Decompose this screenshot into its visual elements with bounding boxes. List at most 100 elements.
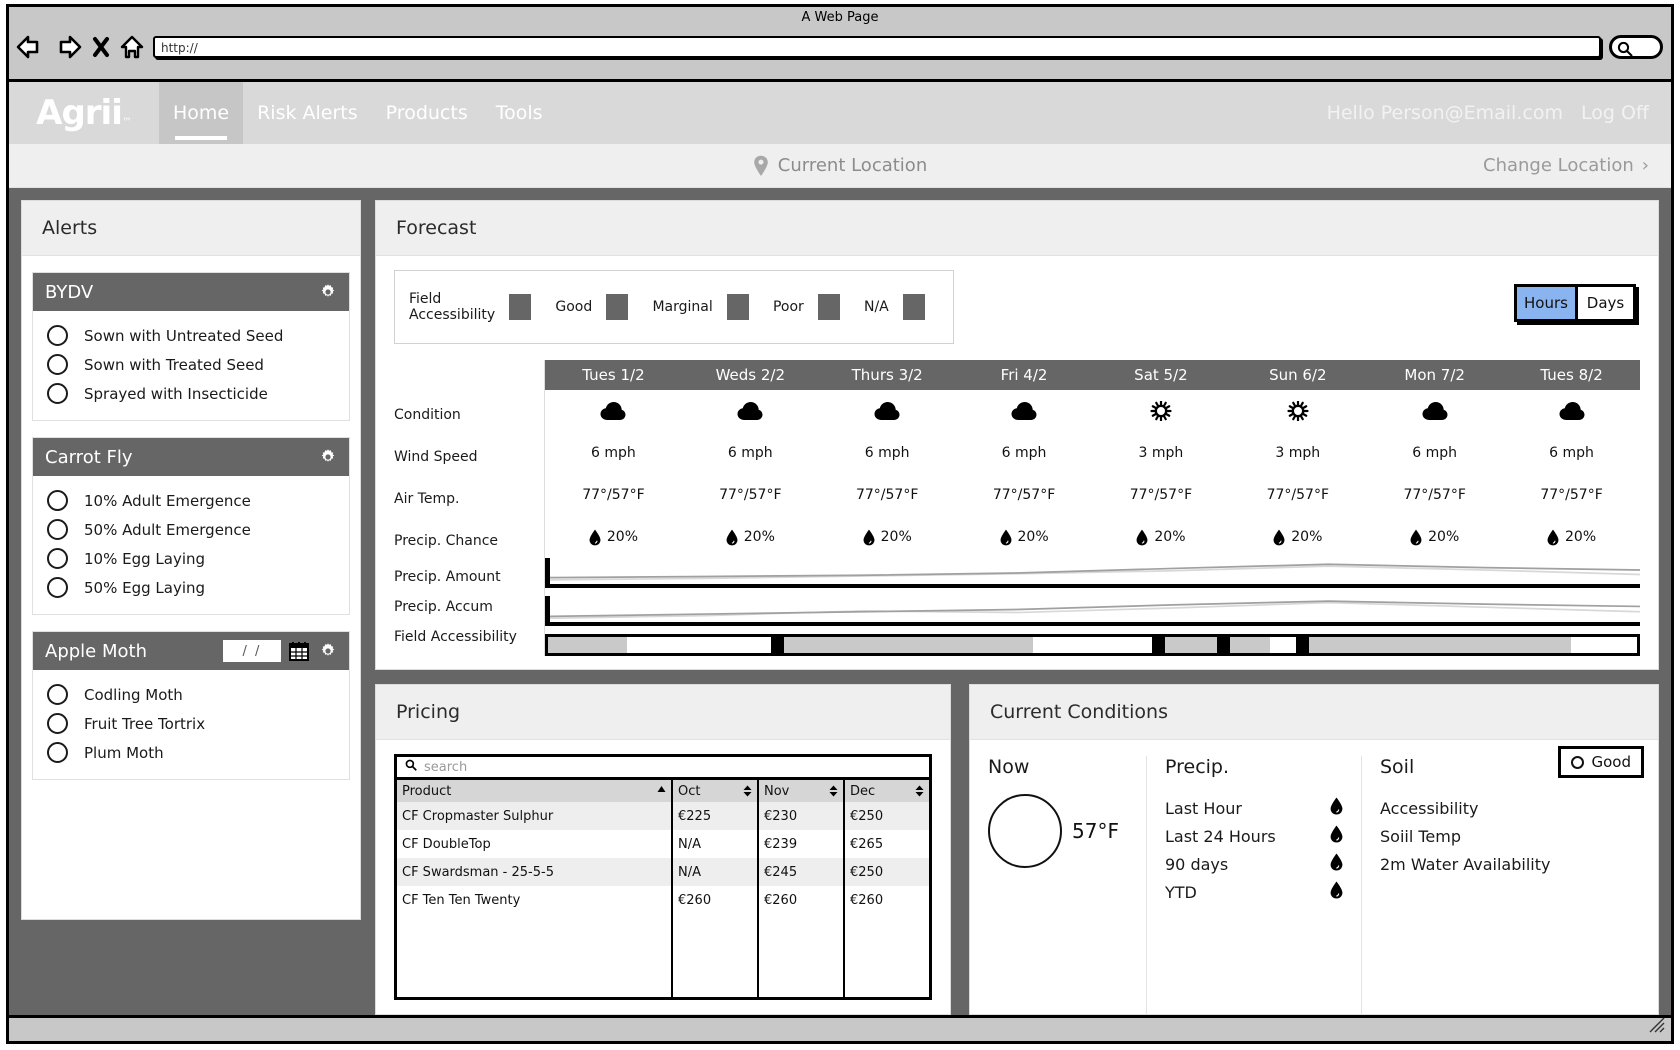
table-row[interactable]: CF Ten Ten Twenty €260 €260 €260 xyxy=(397,886,929,914)
forecast-condition-cell xyxy=(1366,390,1503,432)
soil-status-badge[interactable]: Good xyxy=(1557,746,1644,778)
accessibility-segment-na xyxy=(1269,637,1296,653)
price-search-input[interactable]: search xyxy=(394,754,932,780)
gear-icon[interactable] xyxy=(319,642,337,660)
browser-search-button[interactable] xyxy=(1609,35,1663,59)
radio-icon[interactable] xyxy=(47,519,68,540)
home-icon[interactable] xyxy=(119,34,145,60)
radio-icon[interactable] xyxy=(47,490,68,511)
current-conditions-body: Now 57°F Precip. Last Hour Last 24 Hours… xyxy=(970,740,1658,1014)
toggle-hours-button[interactable]: Hours xyxy=(1517,287,1575,319)
column-label: Dec xyxy=(850,783,876,799)
radio-icon xyxy=(1570,755,1584,769)
browser-navbar: http:// xyxy=(9,29,1671,65)
forecast-day: Tues 8/2 xyxy=(1540,366,1603,384)
radio-icon[interactable] xyxy=(47,548,68,569)
accessibility-segment-na xyxy=(1033,637,1152,653)
pricing-table: Product Oct Nov Dec CF Cropmaster Sulphu… xyxy=(394,780,932,1000)
forecast-wind-cell: 3 mph xyxy=(1138,445,1184,461)
alert-option[interactable]: Sown with Treated Seed xyxy=(33,350,349,379)
alert-option[interactable]: 10% Adult Emergence xyxy=(33,486,349,515)
alert-option[interactable]: Codling Moth xyxy=(33,680,349,709)
forward-arrow-icon[interactable] xyxy=(53,34,83,60)
close-x-icon[interactable] xyxy=(91,34,111,60)
calendar-icon[interactable] xyxy=(289,641,309,661)
accessibility-segment-good xyxy=(1308,637,1572,653)
forecast-temp-cell: 77°/57°F xyxy=(992,487,1056,503)
alert-card-header: BYDV xyxy=(33,273,349,311)
site-logo[interactable]: Agrii ™ xyxy=(9,82,159,144)
alert-option[interactable]: Sown with Untreated Seed xyxy=(33,321,349,350)
nav-item-home[interactable]: Home xyxy=(159,82,244,144)
date-input[interactable]: / / xyxy=(223,640,281,662)
accessibility-segment-divider xyxy=(1151,637,1165,653)
forecast-wind-cell: 6 mph xyxy=(1001,445,1047,461)
alert-option-label: Fruit Tree Tortrix xyxy=(84,714,206,733)
row-label-precip-accum: Precip. Accum xyxy=(394,599,493,615)
radio-icon[interactable] xyxy=(47,354,68,375)
resize-handle-icon[interactable] xyxy=(1649,1017,1665,1037)
forecast-wind-cell: 6 mph xyxy=(864,445,910,461)
alert-option[interactable]: 50% Adult Emergence xyxy=(33,515,349,544)
alert-option[interactable]: 10% Egg Laying xyxy=(33,544,349,573)
radio-icon[interactable] xyxy=(47,325,68,346)
log-off-link[interactable]: Log Off xyxy=(1581,102,1649,124)
precip-amount-chart xyxy=(545,558,1640,588)
forecast-table: Condition Wind Speed Air Temp. Precip. C… xyxy=(394,360,1640,656)
forecast-condition-cell xyxy=(545,390,682,432)
forecast-temp-cell: 77°/57°F xyxy=(1540,487,1603,503)
change-location-link[interactable]: Change Location › xyxy=(1483,155,1671,176)
current-location-group[interactable]: Current Location xyxy=(9,155,1671,177)
radio-icon[interactable] xyxy=(47,383,68,404)
soil-row-label: 2m Water Availability xyxy=(1380,854,1551,874)
radio-icon[interactable] xyxy=(47,684,68,705)
alert-option[interactable]: 50% Egg Laying xyxy=(33,573,349,602)
column-header-nov[interactable]: Nov xyxy=(759,780,845,802)
alert-option-label: Sprayed with Insecticide xyxy=(84,384,268,403)
alert-option-label: 50% Egg Laying xyxy=(84,578,206,597)
radio-icon[interactable] xyxy=(47,713,68,734)
forecast-temp-cell: 77°/57°F xyxy=(582,487,645,503)
alert-option[interactable]: Sprayed with Insecticide xyxy=(33,379,349,408)
nav-item-tools[interactable]: Tools xyxy=(482,82,557,144)
forecast-panel-title: Forecast xyxy=(376,201,1658,256)
radio-icon[interactable] xyxy=(47,742,68,763)
cell-nov: €239 xyxy=(759,830,845,858)
current-conditions-panel: Current Conditions Now 57°F Precip. Last… xyxy=(969,684,1659,1015)
soil-row-label: Soiil Temp xyxy=(1380,826,1462,846)
nav-label: Risk Alerts xyxy=(257,102,358,124)
forecast-temp-cell: 77°/57°F xyxy=(1129,487,1193,503)
legend-title: Field Accessibility xyxy=(409,291,496,323)
forecast-panel: Forecast Field Accessibility Good Margin… xyxy=(375,200,1659,670)
column-header-dec[interactable]: Dec xyxy=(845,780,929,802)
cell-oct: N/A xyxy=(673,858,759,886)
row-label-wind-speed: Wind Speed xyxy=(394,449,478,465)
radio-icon[interactable] xyxy=(47,577,68,598)
soil-row: Accessibility xyxy=(1380,794,1640,822)
forecast-precip-chance-cell: 20% xyxy=(1229,516,1366,558)
precip-column: Precip. Last Hour Last 24 Hours 90 days … xyxy=(1146,756,1361,1014)
legend-entry-good: Good xyxy=(555,299,593,315)
toggle-days-button[interactable]: Days xyxy=(1575,287,1633,319)
table-row[interactable]: CF DoubleTop N/A €239 €265 xyxy=(397,830,929,858)
cell-nov: €245 xyxy=(759,858,845,886)
column-header-product[interactable]: Product xyxy=(397,780,673,802)
table-row[interactable]: CF Cropmaster Sulphur €225 €230 €250 xyxy=(397,802,929,830)
gear-icon[interactable] xyxy=(319,283,337,301)
gear-icon[interactable] xyxy=(319,448,337,466)
alert-option[interactable]: Fruit Tree Tortrix xyxy=(33,709,349,738)
cell-oct: €260 xyxy=(673,886,759,914)
condition-circle-icon xyxy=(988,794,1062,868)
legend-swatch xyxy=(817,294,840,320)
url-input[interactable]: http:// xyxy=(153,36,1601,58)
table-row[interactable]: CF Swardsman - 25-5-5 N/A €245 €250 xyxy=(397,858,929,886)
nav-item-risk-alerts[interactable]: Risk Alerts xyxy=(243,82,372,144)
soil-row: Soiil Temp xyxy=(1380,822,1640,850)
back-arrow-icon[interactable] xyxy=(15,34,45,60)
alerts-panel: Alerts BYDV Sown with Untreated Seed Sow… xyxy=(21,200,361,920)
alert-option[interactable]: Plum Moth xyxy=(33,738,349,767)
column-header-oct[interactable]: Oct xyxy=(673,780,759,802)
nav-item-products[interactable]: Products xyxy=(372,82,482,144)
pricing-body: search Product Oct Nov Dec CF Cropmaster… xyxy=(376,740,950,1014)
alert-card-title: Apple Moth xyxy=(45,640,147,662)
